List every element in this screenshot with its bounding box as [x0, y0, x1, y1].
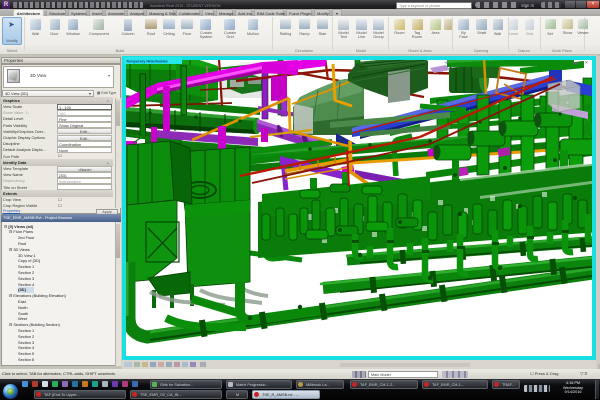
svg-text:▬ ▢ ✕: ▬ ▢ ✕: [573, 60, 588, 65]
svg-text:Temporary Hide/Isolate: Temporary Hide/Isolate: [126, 60, 168, 64]
